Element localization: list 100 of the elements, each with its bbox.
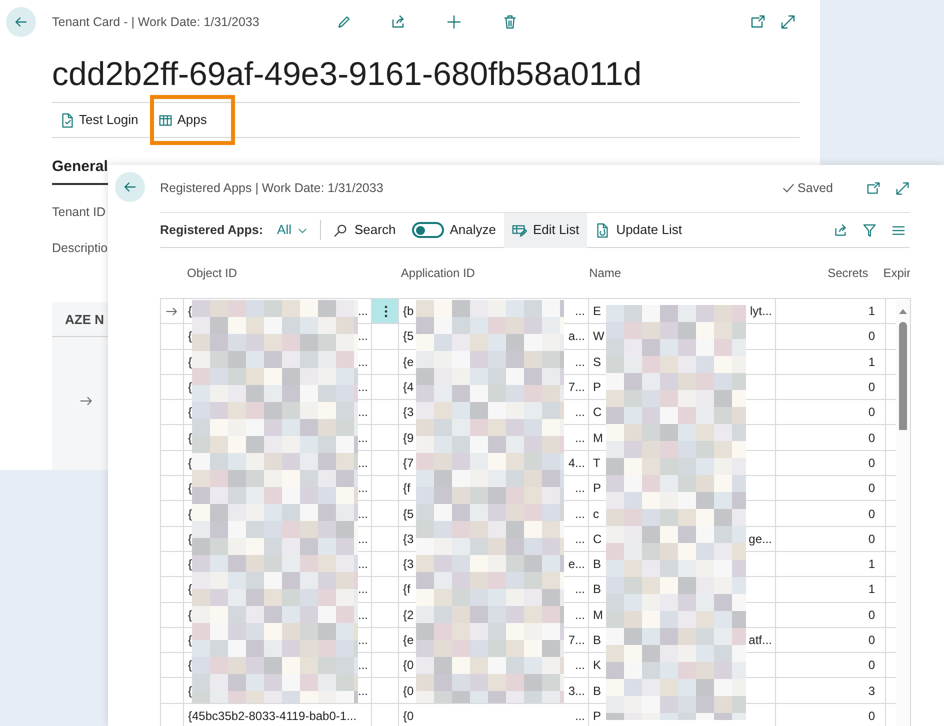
table-cell-text: { <box>188 354 192 371</box>
toggle-switch[interactable] <box>412 222 444 238</box>
share-button[interactable] <box>390 14 406 30</box>
filter-dropdown[interactable]: All <box>269 212 316 248</box>
table-cell-text: T <box>593 454 600 472</box>
popout-icon <box>866 181 881 196</box>
popout-button[interactable] <box>750 14 766 30</box>
column-header[interactable]: Name <box>589 266 622 280</box>
table-cell: 3 <box>868 684 875 698</box>
table-cell-end: ... <box>358 354 368 371</box>
table-cell-end: ... <box>358 379 368 396</box>
filter-icon <box>862 222 877 238</box>
add-button[interactable] <box>446 14 462 30</box>
edit-button[interactable] <box>336 14 352 30</box>
table-cell-text: { <box>188 556 192 574</box>
trash-icon <box>502 14 518 30</box>
column-header[interactable]: Secrets <box>828 266 868 280</box>
table-cell-end: atf... <box>748 632 772 649</box>
table-cell-text: B <box>593 632 602 649</box>
table-cell-text: { <box>188 657 192 674</box>
table-cell-end: ... <box>358 430 368 447</box>
table-cell-text: {f <box>403 581 410 598</box>
toggle-label[interactable]: Analyze <box>450 220 496 240</box>
table-cell-end: ... <box>358 530 368 548</box>
action-button[interactable]: Test Login <box>52 95 146 145</box>
edit-list-button[interactable]: Edit List <box>504 212 588 248</box>
table-cell: 0 <box>868 329 875 344</box>
table-cell-end: ... <box>574 404 585 422</box>
table-cell-end: ... <box>574 303 585 320</box>
table-cell-end: 3... <box>568 682 585 700</box>
table-cell: 0 <box>868 430 875 445</box>
table-cell-text: { <box>188 581 192 598</box>
dialog-title: Registered Apps | Work Date: 1/31/2033 <box>160 180 384 198</box>
share-button[interactable] <box>833 222 848 238</box>
table-cell-end: ... <box>574 480 585 498</box>
table-cell-end: ... <box>358 581 368 598</box>
table-cell-text: { <box>188 379 192 396</box>
table-cell: 0 <box>868 633 875 647</box>
table-cell-text: {45bc35b2-8033-4119-bab0-1... <box>188 708 357 725</box>
table-cell: 1 <box>868 582 875 596</box>
table-cell-text: { <box>188 303 192 320</box>
table-cell-end: ... <box>358 682 368 700</box>
search-button[interactable]: Search <box>325 212 404 248</box>
page-title: Tenant Card - | Work Date: 1/31/2033 <box>52 14 260 31</box>
table-cell-text: { <box>188 682 192 700</box>
update-list-icon <box>595 222 610 238</box>
table-cell-text: {e <box>403 354 414 371</box>
table-cell-text: {7 <box>403 454 414 472</box>
table-cell-text: { <box>188 506 192 523</box>
table-cell-end: ge... <box>748 530 772 548</box>
table-cell-text: { <box>188 328 192 346</box>
table-cell-text: {3 <box>403 556 414 574</box>
expand-button[interactable] <box>780 14 796 30</box>
table-cell-end: ... <box>358 556 368 574</box>
table-cell-text: { <box>188 480 192 498</box>
column-header[interactable]: Expir <box>883 266 910 280</box>
popout-button[interactable] <box>866 181 881 196</box>
table-cell-text: { <box>188 606 192 624</box>
table-icon <box>158 112 174 128</box>
update-list-button[interactable]: Update List <box>587 212 690 248</box>
table-cell-text: P <box>593 708 602 725</box>
expand-icon <box>780 14 796 30</box>
delete-button[interactable] <box>502 14 518 30</box>
popout-icon <box>750 14 766 30</box>
edit-list-icon <box>512 222 527 238</box>
table-cell: 0 <box>868 506 875 521</box>
table-cell-end: ... <box>358 404 368 422</box>
expand-button[interactable] <box>895 181 910 196</box>
share-icon <box>390 14 406 30</box>
table-cell-end: 7... <box>568 379 585 396</box>
table-cell: 0 <box>868 658 875 672</box>
table-cell-text: c <box>593 506 599 523</box>
table-cell-text: {3 <box>403 404 414 422</box>
back-button[interactable] <box>6 7 36 37</box>
table-cell-end: lyt... <box>750 303 772 320</box>
table-cell-end: ... <box>574 354 585 371</box>
column-header[interactable]: Object ID <box>187 266 238 280</box>
table-cell-end: ... <box>574 657 585 674</box>
table-cell-end: ... <box>574 581 585 598</box>
table-cell-text: { <box>188 632 192 649</box>
row-menu-button[interactable] <box>384 304 388 318</box>
table-cell-text: {9 <box>403 430 414 447</box>
field-label: Tenant ID <box>52 204 107 220</box>
table-cell-text: B <box>593 556 602 574</box>
filter-button[interactable] <box>862 222 877 238</box>
table-cell: 1 <box>868 557 875 572</box>
table-cell-text: B <box>593 682 602 700</box>
table-cell-text: {b <box>403 303 414 320</box>
back-button[interactable] <box>115 172 145 202</box>
table-cell-end: ... <box>358 303 368 320</box>
table-cell: 0 <box>868 608 875 622</box>
table-cell: 0 <box>868 405 875 420</box>
table-cell-end: ... <box>358 328 368 346</box>
table-cell: 0 <box>868 532 875 546</box>
action-button[interactable]: Apps <box>150 95 236 145</box>
table-cell-text: {5 <box>403 506 414 523</box>
table-cell-text: {e <box>403 632 414 649</box>
table-cell-text: K <box>593 657 602 674</box>
table-cell-end: 7... <box>568 632 585 649</box>
column-header[interactable]: Application ID <box>400 266 475 280</box>
